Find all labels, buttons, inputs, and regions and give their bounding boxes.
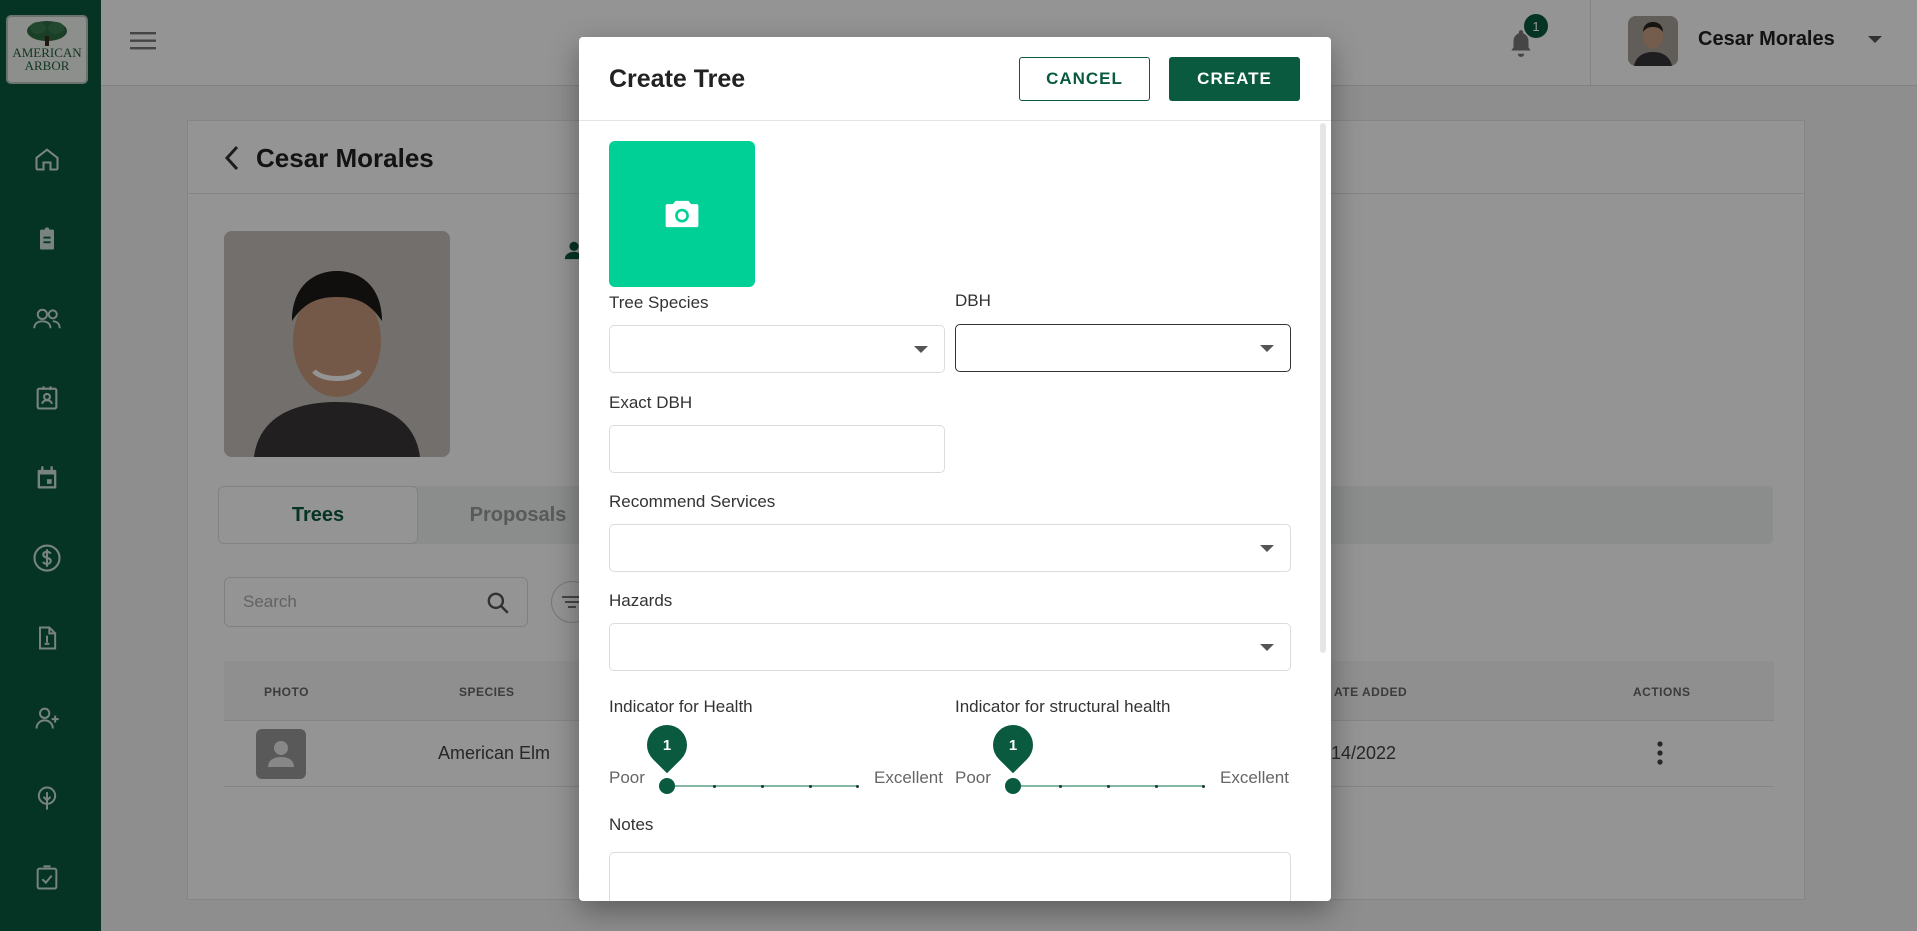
dbh-select[interactable] bbox=[955, 324, 1291, 372]
hazards-select[interactable] bbox=[609, 623, 1291, 671]
structural-max-label: Excellent bbox=[1220, 768, 1289, 787]
structural-indicator-label: Indicator for structural health bbox=[955, 697, 1171, 716]
notes-textarea[interactable] bbox=[609, 852, 1291, 901]
slider-tick bbox=[1202, 785, 1205, 788]
create-tree-dialog: Create Tree CANCEL CREATE Tree Species D… bbox=[579, 37, 1331, 901]
chevron-down-icon bbox=[1260, 345, 1274, 352]
camera-icon bbox=[665, 200, 699, 228]
dialog-title: Create Tree bbox=[609, 65, 746, 93]
chevron-down-icon bbox=[1260, 545, 1274, 552]
slider-tick bbox=[713, 785, 716, 788]
health-max-label: Excellent bbox=[874, 768, 943, 787]
notes-label: Notes bbox=[609, 815, 654, 834]
chevron-down-icon bbox=[1260, 644, 1274, 651]
health-indicator-label: Indicator for Health bbox=[609, 697, 753, 716]
recommend-services-label: Recommend Services bbox=[609, 492, 776, 511]
structural-value-bubble: 1 bbox=[984, 716, 1042, 774]
hazards-label: Hazards bbox=[609, 591, 673, 610]
slider-tick bbox=[761, 785, 764, 788]
slider-tick bbox=[809, 785, 812, 788]
exact-dbh-input[interactable] bbox=[609, 425, 945, 473]
exact-dbh-label: Exact DBH bbox=[609, 393, 693, 412]
structural-min-label: Poor bbox=[955, 768, 991, 787]
tree-species-select[interactable] bbox=[609, 325, 945, 373]
tree-species-label: Tree Species bbox=[609, 293, 709, 312]
recommend-services-select[interactable] bbox=[609, 524, 1291, 572]
slider-tick bbox=[1107, 785, 1110, 788]
chevron-down-icon bbox=[914, 346, 928, 353]
dialog-header: Create Tree CANCEL CREATE bbox=[579, 37, 1331, 121]
dialog-scrollbar[interactable] bbox=[1320, 123, 1326, 653]
slider-tick bbox=[1155, 785, 1158, 788]
cancel-button[interactable]: CANCEL bbox=[1019, 57, 1150, 101]
slider-tick bbox=[856, 785, 859, 788]
health-min-label: Poor bbox=[609, 768, 645, 787]
health-slider-thumb[interactable] bbox=[659, 778, 675, 794]
health-value: 1 bbox=[662, 736, 672, 754]
structural-slider-thumb[interactable] bbox=[1005, 778, 1021, 794]
health-value-bubble: 1 bbox=[638, 716, 696, 774]
dbh-label: DBH bbox=[955, 291, 991, 310]
create-button[interactable]: CREATE bbox=[1169, 57, 1300, 101]
photo-upload-button[interactable] bbox=[609, 141, 755, 287]
structural-value: 1 bbox=[1008, 736, 1018, 754]
slider-tick bbox=[1059, 785, 1062, 788]
